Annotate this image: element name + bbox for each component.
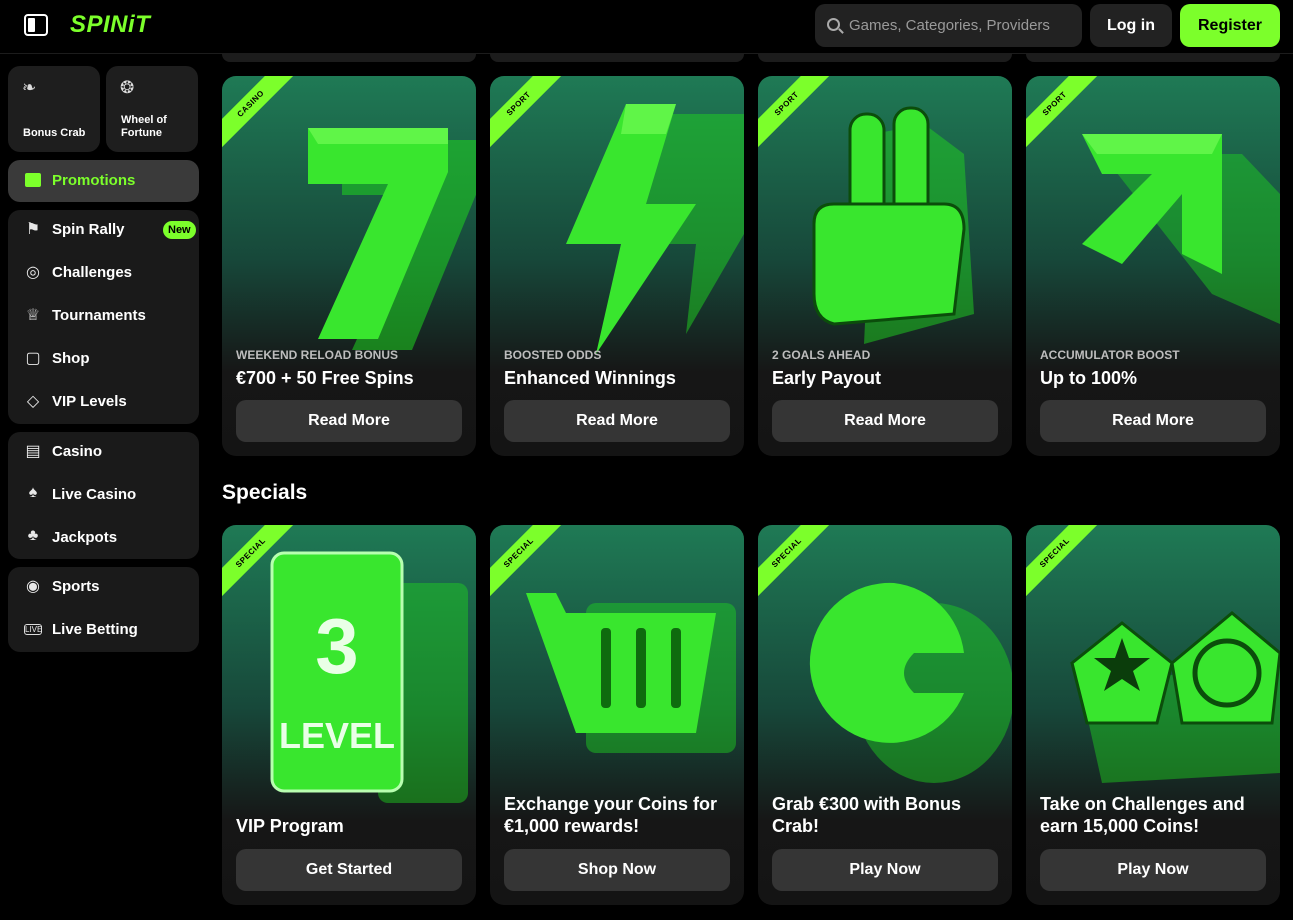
sidebar-item-live-casino[interactable]: ♠ Live Casino [8, 475, 199, 515]
wheel-of-fortune-tile[interactable]: ❂ Wheel of Fortune [106, 66, 198, 152]
vip-level-card-icon: 3 LEVEL [270, 551, 468, 803]
promo-card-weekend-reload[interactable]: CASINO WEEKEND RELOAD BONUS €700 + 50 Fr… [222, 76, 476, 456]
read-more-button[interactable]: Read More [236, 400, 462, 442]
sidebar-item-challenges[interactable]: ◎ Challenges [8, 253, 199, 293]
promo-card-early-payout[interactable]: SPORT 2 GOALS AHEAD Early Payout Read Mo… [758, 76, 1012, 456]
sidebar-item-label: Tournaments [52, 307, 146, 324]
sidebar-item-spin-rally[interactable]: ⚑ Spin Rally New [8, 210, 199, 250]
star-ball-icon [1070, 611, 1280, 783]
card-title: Early Payout [772, 368, 882, 388]
sidebar-toggle-icon[interactable] [24, 14, 48, 36]
scrolled-card-edge [758, 54, 1012, 62]
checkered-flag-icon: ⚑ [25, 221, 41, 238]
wheel-of-fortune-label: Wheel of Fortune [121, 114, 167, 139]
shopping-cart-icon [526, 593, 736, 753]
new-badge: New [163, 221, 196, 239]
get-started-button[interactable]: Get Started [236, 849, 462, 891]
special-card-shop[interactable]: SPECIAL Exchange your Coins for €1,000 r… [490, 525, 744, 905]
card-title: VIP Program [236, 816, 344, 836]
victory-hand-icon [812, 106, 974, 344]
sidebar-item-label: Sports [52, 578, 100, 595]
card-title: €700 + 50 Free Spins [236, 368, 414, 388]
slot-machine-icon: ▤ [25, 443, 41, 460]
sidebar-group-sports: ◉ Sports LIVE Live Betting [8, 567, 199, 652]
play-now-button[interactable]: Play Now [772, 849, 998, 891]
play-now-button[interactable]: Play Now [1040, 849, 1266, 891]
card-title: Take on Challenges and earn 15,000 Coins… [1040, 794, 1245, 836]
diamond-icon: ◇ [26, 393, 40, 410]
wheel-icon: ❂ [120, 78, 135, 97]
lightning-icon [566, 104, 744, 354]
sidebar-item-label: Live Betting [52, 621, 138, 638]
sidebar-item-label: VIP Levels [52, 393, 127, 410]
logo[interactable]: SPINiT [70, 11, 150, 39]
search-input[interactable] [849, 4, 1074, 47]
card-title: Enhanced Winnings [504, 368, 676, 388]
card-title: Up to 100% [1040, 368, 1138, 388]
sidebar-item-label: Challenges [52, 264, 133, 281]
sidebar-item-label: Spin Rally [52, 221, 125, 238]
sidebar-item-tournaments[interactable]: ♕ Tournaments [8, 296, 199, 336]
card-title: Exchange your Coins for €1,000 rewards! [504, 794, 718, 836]
sidebar-item-live-betting[interactable]: LIVE Live Betting [8, 610, 199, 650]
shopping-bag-icon: ▢ [25, 350, 41, 367]
sidebar-item-sports[interactable]: ◉ Sports [8, 567, 199, 607]
crab-claw-icon [809, 582, 1012, 783]
sidebar-group-casino: ▤ Casino ♠ Live Casino ♣ Jackpots [8, 432, 199, 559]
login-button[interactable]: Log in [1090, 4, 1172, 47]
shop-now-button[interactable]: Shop Now [504, 849, 730, 891]
target-icon: ◎ [26, 264, 40, 281]
scrolled-card-edge [1026, 54, 1280, 62]
card-subtitle: ACCUMULATOR BOOST [1040, 348, 1180, 362]
trophy-icon: ♕ [25, 307, 41, 324]
clover-icon: ♣ [27, 527, 39, 544]
scrolled-card-edge [490, 54, 744, 62]
section-title-specials: Specials [222, 481, 308, 504]
read-more-button[interactable]: Read More [772, 400, 998, 442]
gift-icon [25, 173, 41, 187]
sidebar-group-features: ⚑ Spin Rally New ◎ Challenges ♕ Tourname… [8, 210, 199, 424]
register-button[interactable]: Register [1180, 4, 1280, 47]
read-more-button[interactable]: Read More [1040, 400, 1266, 442]
crab-claw-icon: ❧ [22, 78, 37, 97]
sidebar-item-label: Promotions [52, 172, 136, 189]
sidebar-item-vip-levels[interactable]: ◇ VIP Levels [8, 382, 199, 422]
top-header: SPINiT Log in Register [0, 0, 1293, 54]
sidebar-item-label: Casino [52, 443, 103, 460]
live-icon: LIVE [24, 624, 43, 635]
search-icon [827, 18, 840, 31]
promo-card-accumulator-boost[interactable]: SPORT ACCUMULATOR BOOST Up to 100% Read … [1026, 76, 1280, 456]
seven-icon [308, 128, 476, 350]
search-box[interactable] [815, 4, 1082, 47]
scrolled-card-edge [222, 54, 476, 62]
sidebar-item-promotions[interactable]: Promotions [8, 160, 199, 202]
special-card-vip-program[interactable]: 3 LEVEL SPECIAL VIP Program Get Started [222, 525, 476, 905]
sidebar-item-shop[interactable]: ▢ Shop [8, 339, 199, 379]
sidebar-item-label: Jackpots [52, 529, 118, 546]
sidebar-item-jackpots[interactable]: ♣ Jackpots [8, 518, 199, 558]
card-subtitle: WEEKEND RELOAD BONUS [236, 348, 399, 362]
card-title: Grab €300 with Bonus Crab! [772, 794, 962, 836]
read-more-button[interactable]: Read More [504, 400, 730, 442]
sidebar-item-label: Live Casino [52, 486, 137, 503]
sidebar-item-label: Shop [52, 350, 90, 367]
card-subtitle: 2 GOALS AHEAD [772, 348, 871, 362]
card-subtitle: BOOSTED ODDS [504, 348, 602, 362]
promo-card-boosted-odds[interactable]: SPORT BOOSTED ODDS Enhanced Winnings Rea… [490, 76, 744, 456]
vip-level-text: LEVEL [279, 715, 395, 756]
special-card-challenges[interactable]: SPECIAL Take on Challenges and earn 15,0… [1026, 525, 1280, 905]
special-card-bonus-crab[interactable]: SPECIAL Grab €300 with Bonus Crab! Play … [758, 525, 1012, 905]
sidebar-item-casino[interactable]: ▤ Casino [8, 432, 199, 472]
bonus-crab-tile[interactable]: ❧ Bonus Crab [8, 66, 100, 152]
vip-level-number: 3 [315, 602, 358, 690]
bonus-crab-label: Bonus Crab [23, 127, 86, 139]
soccer-ball-icon: ◉ [26, 578, 40, 595]
arrow-up-icon [1082, 134, 1280, 324]
playing-card-icon: ♠ [28, 484, 38, 501]
